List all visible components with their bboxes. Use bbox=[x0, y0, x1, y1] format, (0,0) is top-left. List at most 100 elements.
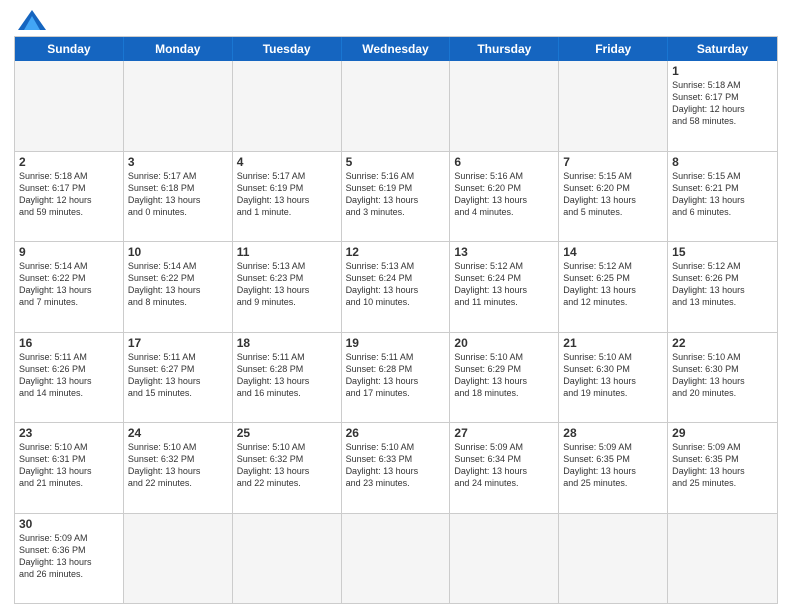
day-number: 29 bbox=[672, 426, 773, 440]
day-number: 24 bbox=[128, 426, 228, 440]
header-day-monday: Monday bbox=[124, 37, 233, 61]
cell-sunrise-info: Sunrise: 5:10 AM Sunset: 6:33 PM Dayligh… bbox=[346, 441, 446, 490]
cell-sunrise-info: Sunrise: 5:14 AM Sunset: 6:22 PM Dayligh… bbox=[128, 260, 228, 309]
day-number: 10 bbox=[128, 245, 228, 259]
cell-sunrise-info: Sunrise: 5:10 AM Sunset: 6:30 PM Dayligh… bbox=[563, 351, 663, 400]
calendar-cell bbox=[450, 61, 559, 151]
day-number: 17 bbox=[128, 336, 228, 350]
cell-sunrise-info: Sunrise: 5:11 AM Sunset: 6:27 PM Dayligh… bbox=[128, 351, 228, 400]
header-day-tuesday: Tuesday bbox=[233, 37, 342, 61]
calendar-header: SundayMondayTuesdayWednesdayThursdayFrid… bbox=[15, 37, 777, 61]
calendar-body: 1Sunrise: 5:18 AM Sunset: 6:17 PM Daylig… bbox=[15, 61, 777, 603]
calendar-cell: 20Sunrise: 5:10 AM Sunset: 6:29 PM Dayli… bbox=[450, 333, 559, 423]
calendar-cell: 2Sunrise: 5:18 AM Sunset: 6:17 PM Daylig… bbox=[15, 152, 124, 242]
cell-sunrise-info: Sunrise: 5:17 AM Sunset: 6:19 PM Dayligh… bbox=[237, 170, 337, 219]
day-number: 9 bbox=[19, 245, 119, 259]
calendar-cell: 10Sunrise: 5:14 AM Sunset: 6:22 PM Dayli… bbox=[124, 242, 233, 332]
day-number: 30 bbox=[19, 517, 119, 531]
calendar-cell: 7Sunrise: 5:15 AM Sunset: 6:20 PM Daylig… bbox=[559, 152, 668, 242]
header-day-thursday: Thursday bbox=[450, 37, 559, 61]
day-number: 6 bbox=[454, 155, 554, 169]
cell-sunrise-info: Sunrise: 5:16 AM Sunset: 6:20 PM Dayligh… bbox=[454, 170, 554, 219]
calendar-cell: 25Sunrise: 5:10 AM Sunset: 6:32 PM Dayli… bbox=[233, 423, 342, 513]
day-number: 19 bbox=[346, 336, 446, 350]
cell-sunrise-info: Sunrise: 5:13 AM Sunset: 6:24 PM Dayligh… bbox=[346, 260, 446, 309]
calendar-cell: 8Sunrise: 5:15 AM Sunset: 6:21 PM Daylig… bbox=[668, 152, 777, 242]
calendar-cell: 13Sunrise: 5:12 AM Sunset: 6:24 PM Dayli… bbox=[450, 242, 559, 332]
day-number: 12 bbox=[346, 245, 446, 259]
cell-sunrise-info: Sunrise: 5:11 AM Sunset: 6:28 PM Dayligh… bbox=[237, 351, 337, 400]
calendar-cell: 14Sunrise: 5:12 AM Sunset: 6:25 PM Dayli… bbox=[559, 242, 668, 332]
calendar-cell: 1Sunrise: 5:18 AM Sunset: 6:17 PM Daylig… bbox=[668, 61, 777, 151]
header-day-friday: Friday bbox=[559, 37, 668, 61]
calendar-row-5: 30Sunrise: 5:09 AM Sunset: 6:36 PM Dayli… bbox=[15, 513, 777, 604]
calendar-cell: 12Sunrise: 5:13 AM Sunset: 6:24 PM Dayli… bbox=[342, 242, 451, 332]
calendar-cell: 22Sunrise: 5:10 AM Sunset: 6:30 PM Dayli… bbox=[668, 333, 777, 423]
day-number: 7 bbox=[563, 155, 663, 169]
calendar-cell: 24Sunrise: 5:10 AM Sunset: 6:32 PM Dayli… bbox=[124, 423, 233, 513]
calendar-cell bbox=[559, 61, 668, 151]
cell-sunrise-info: Sunrise: 5:18 AM Sunset: 6:17 PM Dayligh… bbox=[672, 79, 773, 128]
cell-sunrise-info: Sunrise: 5:09 AM Sunset: 6:34 PM Dayligh… bbox=[454, 441, 554, 490]
calendar-row-0: 1Sunrise: 5:18 AM Sunset: 6:17 PM Daylig… bbox=[15, 61, 777, 151]
calendar-cell: 4Sunrise: 5:17 AM Sunset: 6:19 PM Daylig… bbox=[233, 152, 342, 242]
header-day-sunday: Sunday bbox=[15, 37, 124, 61]
calendar-cell: 9Sunrise: 5:14 AM Sunset: 6:22 PM Daylig… bbox=[15, 242, 124, 332]
calendar-cell bbox=[124, 61, 233, 151]
day-number: 2 bbox=[19, 155, 119, 169]
day-number: 11 bbox=[237, 245, 337, 259]
day-number: 23 bbox=[19, 426, 119, 440]
cell-sunrise-info: Sunrise: 5:11 AM Sunset: 6:28 PM Dayligh… bbox=[346, 351, 446, 400]
calendar-cell: 23Sunrise: 5:10 AM Sunset: 6:31 PM Dayli… bbox=[15, 423, 124, 513]
day-number: 26 bbox=[346, 426, 446, 440]
calendar-cell: 6Sunrise: 5:16 AM Sunset: 6:20 PM Daylig… bbox=[450, 152, 559, 242]
day-number: 25 bbox=[237, 426, 337, 440]
calendar-cell: 29Sunrise: 5:09 AM Sunset: 6:35 PM Dayli… bbox=[668, 423, 777, 513]
cell-sunrise-info: Sunrise: 5:09 AM Sunset: 6:35 PM Dayligh… bbox=[672, 441, 773, 490]
logo bbox=[14, 10, 48, 30]
day-number: 22 bbox=[672, 336, 773, 350]
header bbox=[14, 10, 778, 30]
cell-sunrise-info: Sunrise: 5:18 AM Sunset: 6:17 PM Dayligh… bbox=[19, 170, 119, 219]
day-number: 1 bbox=[672, 64, 773, 78]
calendar: SundayMondayTuesdayWednesdayThursdayFrid… bbox=[14, 36, 778, 604]
calendar-cell: 17Sunrise: 5:11 AM Sunset: 6:27 PM Dayli… bbox=[124, 333, 233, 423]
calendar-cell bbox=[342, 61, 451, 151]
calendar-cell: 26Sunrise: 5:10 AM Sunset: 6:33 PM Dayli… bbox=[342, 423, 451, 513]
day-number: 16 bbox=[19, 336, 119, 350]
day-number: 5 bbox=[346, 155, 446, 169]
cell-sunrise-info: Sunrise: 5:10 AM Sunset: 6:32 PM Dayligh… bbox=[128, 441, 228, 490]
cell-sunrise-info: Sunrise: 5:12 AM Sunset: 6:25 PM Dayligh… bbox=[563, 260, 663, 309]
calendar-cell bbox=[233, 61, 342, 151]
calendar-cell: 16Sunrise: 5:11 AM Sunset: 6:26 PM Dayli… bbox=[15, 333, 124, 423]
calendar-cell bbox=[124, 514, 233, 604]
cell-sunrise-info: Sunrise: 5:10 AM Sunset: 6:32 PM Dayligh… bbox=[237, 441, 337, 490]
day-number: 27 bbox=[454, 426, 554, 440]
calendar-cell: 30Sunrise: 5:09 AM Sunset: 6:36 PM Dayli… bbox=[15, 514, 124, 604]
calendar-cell bbox=[450, 514, 559, 604]
cell-sunrise-info: Sunrise: 5:10 AM Sunset: 6:31 PM Dayligh… bbox=[19, 441, 119, 490]
cell-sunrise-info: Sunrise: 5:12 AM Sunset: 6:24 PM Dayligh… bbox=[454, 260, 554, 309]
day-number: 13 bbox=[454, 245, 554, 259]
day-number: 8 bbox=[672, 155, 773, 169]
calendar-cell: 28Sunrise: 5:09 AM Sunset: 6:35 PM Dayli… bbox=[559, 423, 668, 513]
calendar-cell: 27Sunrise: 5:09 AM Sunset: 6:34 PM Dayli… bbox=[450, 423, 559, 513]
cell-sunrise-info: Sunrise: 5:09 AM Sunset: 6:35 PM Dayligh… bbox=[563, 441, 663, 490]
day-number: 28 bbox=[563, 426, 663, 440]
cell-sunrise-info: Sunrise: 5:12 AM Sunset: 6:26 PM Dayligh… bbox=[672, 260, 773, 309]
calendar-cell: 21Sunrise: 5:10 AM Sunset: 6:30 PM Dayli… bbox=[559, 333, 668, 423]
cell-sunrise-info: Sunrise: 5:14 AM Sunset: 6:22 PM Dayligh… bbox=[19, 260, 119, 309]
calendar-cell bbox=[15, 61, 124, 151]
cell-sunrise-info: Sunrise: 5:13 AM Sunset: 6:23 PM Dayligh… bbox=[237, 260, 337, 309]
calendar-cell bbox=[668, 514, 777, 604]
cell-sunrise-info: Sunrise: 5:15 AM Sunset: 6:21 PM Dayligh… bbox=[672, 170, 773, 219]
calendar-cell: 11Sunrise: 5:13 AM Sunset: 6:23 PM Dayli… bbox=[233, 242, 342, 332]
day-number: 20 bbox=[454, 336, 554, 350]
day-number: 3 bbox=[128, 155, 228, 169]
calendar-row-3: 16Sunrise: 5:11 AM Sunset: 6:26 PM Dayli… bbox=[15, 332, 777, 423]
calendar-cell: 3Sunrise: 5:17 AM Sunset: 6:18 PM Daylig… bbox=[124, 152, 233, 242]
logo-icon bbox=[18, 10, 46, 30]
day-number: 21 bbox=[563, 336, 663, 350]
calendar-cell bbox=[559, 514, 668, 604]
cell-sunrise-info: Sunrise: 5:17 AM Sunset: 6:18 PM Dayligh… bbox=[128, 170, 228, 219]
